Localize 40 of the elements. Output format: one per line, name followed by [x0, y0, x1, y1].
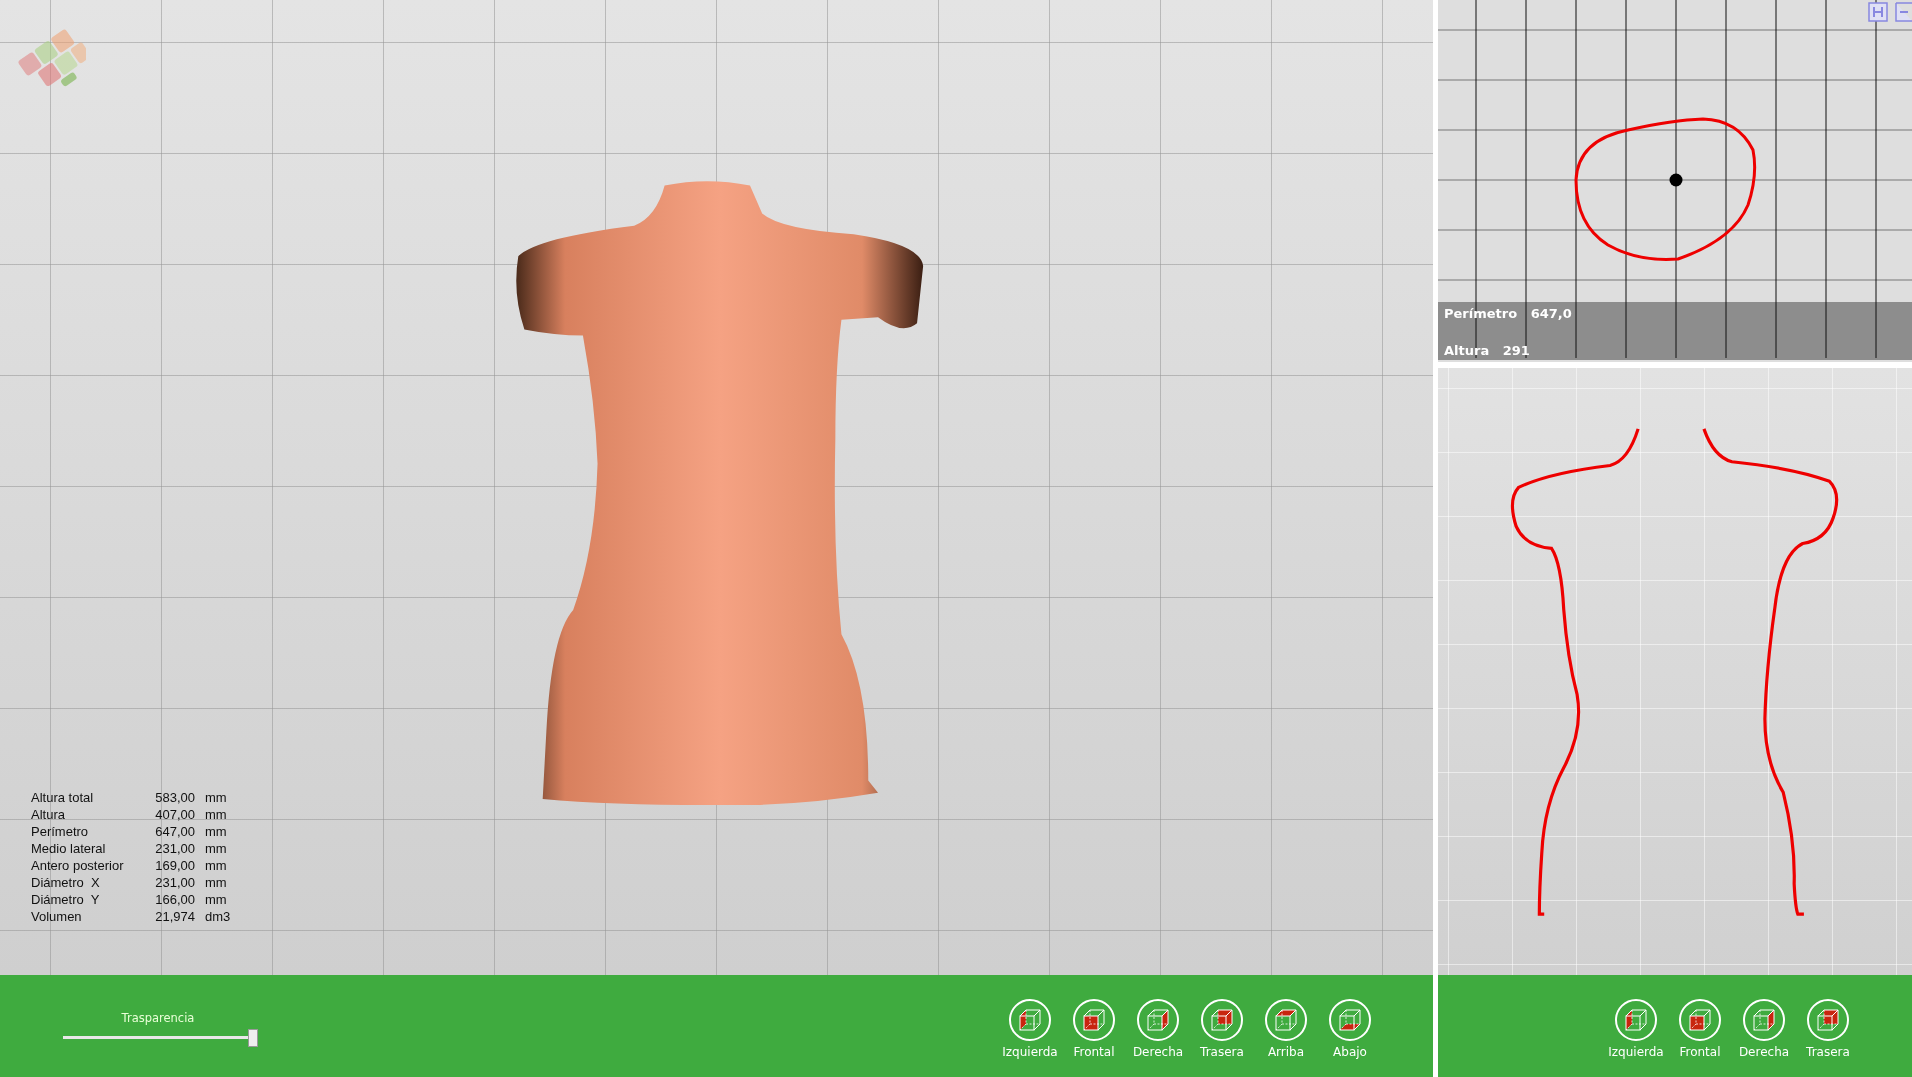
view-button[interactable]: Trasera — [1191, 999, 1253, 1059]
view-button[interactable]: Abajo — [1319, 999, 1381, 1059]
measurement-label: Altura total — [31, 790, 95, 806]
measurement-label: Antero posterior — [31, 858, 125, 874]
view-button[interactable]: Frontal — [1669, 999, 1731, 1059]
view-button[interactable]: Izquierda — [999, 999, 1061, 1059]
view-button[interactable]: Derecha — [1127, 999, 1189, 1059]
measurement-label: Altura — [31, 807, 66, 823]
view-button[interactable]: Trasera — [1797, 999, 1859, 1059]
view-button[interactable]: Arriba — [1255, 999, 1317, 1059]
measurement-unit: mm — [204, 824, 228, 840]
view-button[interactable]: Frontal — [1063, 999, 1125, 1059]
measurement-value: 583,00 — [154, 790, 196, 806]
measurement-value: 169,00 — [154, 858, 196, 874]
center-point — [1669, 173, 1683, 187]
measurement-unit: mm — [204, 807, 228, 823]
measurement-unit: mm — [204, 841, 228, 857]
measurement-label: Diámetro X — [31, 875, 101, 891]
measurement-unit: mm — [204, 892, 228, 908]
split-view-icon[interactable] — [1868, 2, 1888, 22]
measurement-unit: mm — [204, 875, 228, 891]
measurement-value: 231,00 — [154, 875, 196, 891]
measurement-value: 166,00 — [154, 892, 196, 908]
measurement-value: 647,00 — [154, 824, 196, 840]
measurement-unit: mm — [204, 858, 228, 874]
measurement-unit: mm — [204, 790, 228, 806]
slider-thumb[interactable] — [248, 1029, 258, 1047]
minimize-icon[interactable] — [1895, 2, 1912, 22]
measurement-value: 407,00 — [154, 807, 196, 823]
measurement-label: Diámetro Y — [31, 892, 101, 908]
measurement-label: Medio lateral — [31, 841, 107, 857]
view-button[interactable]: Derecha — [1733, 999, 1795, 1059]
perimeter-value: 647,0 — [1530, 306, 1572, 321]
measurement-value: 231,00 — [154, 841, 196, 857]
measurement-label: Volumen — [31, 909, 83, 925]
measurement-unit: dm3 — [204, 909, 232, 925]
measurement-label: Perímetro — [31, 824, 90, 840]
slider-label: Trasparencia — [121, 1011, 195, 1025]
view-button[interactable]: Izquierda — [1605, 999, 1667, 1059]
measurement-value: 21,974 — [154, 909, 196, 925]
